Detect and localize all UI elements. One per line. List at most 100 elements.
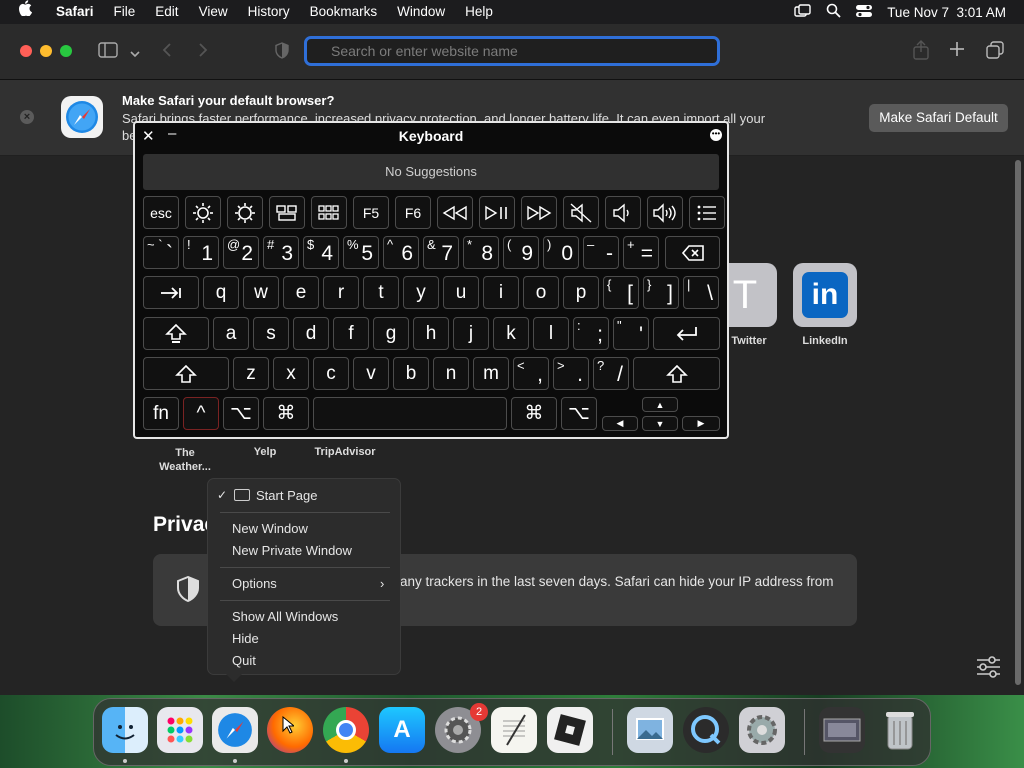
key-6[interactable]: ^ 6 [383, 236, 419, 269]
right-shift-key[interactable] [633, 357, 720, 390]
option-key[interactable]: ⌥ [223, 397, 259, 430]
key-z[interactable]: z [233, 357, 269, 390]
key-;[interactable]: :; [573, 317, 609, 350]
make-safari-default-button[interactable]: Make Safari Default [869, 104, 1008, 132]
key-k[interactable]: k [493, 317, 529, 350]
menu-edit[interactable]: Edit [145, 0, 188, 24]
favorite-linkedin-tile[interactable]: in [793, 263, 857, 327]
key-F5[interactable]: F5 [353, 196, 389, 229]
key-h[interactable]: h [413, 317, 449, 350]
menu-file[interactable]: File [104, 0, 146, 24]
spotlight-search-icon[interactable] [826, 3, 841, 21]
menu-help[interactable]: Help [455, 0, 503, 24]
app-store-icon[interactable]: A [379, 707, 425, 753]
key-l[interactable]: l [533, 317, 569, 350]
menu-item-new-window[interactable]: New Window [232, 521, 308, 536]
return-key[interactable] [653, 317, 720, 350]
keyboard-options-icon[interactable]: ••• [710, 129, 722, 141]
customize-start-page-icon[interactable] [976, 656, 1001, 683]
key-`[interactable]: ~ ` ` [143, 236, 179, 269]
key-m[interactable]: m [473, 357, 509, 390]
quicktime-icon[interactable] [683, 707, 729, 753]
key-e[interactable]: e [283, 276, 319, 309]
menu-view[interactable]: View [189, 0, 238, 24]
fn-key[interactable]: fn [143, 397, 179, 430]
delete-key[interactable] [665, 236, 720, 269]
key-][interactable]: }] [643, 276, 679, 309]
forward-arrow-icon[interactable] [198, 43, 208, 62]
roblox-icon[interactable] [547, 707, 593, 753]
tab-overview-icon[interactable] [986, 41, 1004, 64]
control-center-icon[interactable] [855, 4, 873, 21]
key-3[interactable]: #3 [263, 236, 299, 269]
key-4[interactable]: $4 [303, 236, 339, 269]
safari-dock-icon[interactable] [212, 707, 258, 753]
menu-safari[interactable]: Safari [46, 0, 104, 24]
key-t[interactable]: t [363, 276, 399, 309]
key-\[interactable]: | \ [683, 276, 719, 309]
key-p[interactable]: p [563, 276, 599, 309]
chrome-icon[interactable] [323, 707, 369, 753]
left-shift-key[interactable] [143, 357, 229, 390]
sidebar-toggle-icon[interactable] [98, 42, 118, 63]
menu-item-quit[interactable]: Quit [232, 653, 256, 668]
volume-up-icon[interactable] [647, 196, 683, 229]
volume-down-icon[interactable] [605, 196, 641, 229]
key-.[interactable]: >. [553, 357, 589, 390]
right-command-key[interactable]: ⌘ [511, 397, 557, 430]
right-option-key[interactable]: ⌥ [561, 397, 597, 430]
key-0[interactable]: ) 0 [543, 236, 579, 269]
command-key[interactable]: ⌘ [263, 397, 309, 430]
screen-mirroring-icon[interactable] [794, 3, 812, 21]
minimize-window-button[interactable] [40, 45, 52, 57]
textedit-icon[interactable] [491, 707, 537, 753]
launchpad-icon[interactable] [311, 196, 347, 229]
page-scrollbar[interactable] [1015, 160, 1021, 685]
favorite-tripadvisor-label[interactable]: TripAdvisor [310, 446, 380, 458]
key-b[interactable]: b [393, 357, 429, 390]
back-arrow-icon[interactable] [162, 43, 172, 62]
menu-history[interactable]: History [238, 0, 300, 24]
menu-item-hide[interactable]: Hide [232, 631, 259, 646]
key-w[interactable]: w [243, 276, 279, 309]
key-5[interactable]: % 5 [343, 236, 379, 269]
key-=[interactable]: + = [623, 236, 659, 269]
key-j[interactable]: j [453, 317, 489, 350]
brightness-up-icon[interactable] [227, 196, 263, 229]
key-q[interactable]: q [203, 276, 239, 309]
favorite-yelp-label[interactable]: Yelp [240, 446, 290, 458]
mute-icon[interactable] [563, 196, 599, 229]
caps-lock-key[interactable] [143, 317, 209, 350]
key-/[interactable]: ? / [593, 357, 629, 390]
menu-bookmarks[interactable]: Bookmarks [300, 0, 388, 24]
key-'[interactable]: " ' [613, 317, 649, 350]
new-tab-icon[interactable] [949, 41, 965, 62]
menu-item-show-all-windows[interactable]: Show All Windows [232, 609, 338, 624]
key-7[interactable]: & 7 [423, 236, 459, 269]
key-[[interactable]: {[ [603, 276, 639, 309]
settings-gear-icon[interactable] [739, 707, 785, 753]
right-arrow-key[interactable]: ▶ [682, 416, 720, 431]
key-2[interactable]: @2 [223, 236, 259, 269]
left-arrow-key[interactable]: ◀ [602, 416, 638, 431]
key-s[interactable]: s [253, 317, 289, 350]
key-8[interactable]: * 8 [463, 236, 499, 269]
key-x[interactable]: x [273, 357, 309, 390]
fast-forward-icon[interactable] [521, 196, 557, 229]
key--[interactable]: – - [583, 236, 619, 269]
menu-item-start-page[interactable]: Start Page [256, 488, 317, 503]
control-key[interactable]: ^ [183, 397, 219, 430]
menu-item-new-private-window[interactable]: New Private Window [232, 543, 352, 558]
space-bar[interactable] [313, 397, 507, 430]
key-F6[interactable]: F6 [395, 196, 431, 229]
privacy-shield-icon[interactable] [275, 42, 289, 64]
key-y[interactable]: y [403, 276, 439, 309]
zoom-window-button[interactable] [60, 45, 72, 57]
key-g[interactable]: g [373, 317, 409, 350]
key-v[interactable]: v [353, 357, 389, 390]
share-icon[interactable] [912, 40, 930, 65]
key-u[interactable]: u [443, 276, 479, 309]
play-pause-icon[interactable] [479, 196, 515, 229]
key-d[interactable]: d [293, 317, 329, 350]
menu-item-options[interactable]: Options [232, 576, 277, 591]
